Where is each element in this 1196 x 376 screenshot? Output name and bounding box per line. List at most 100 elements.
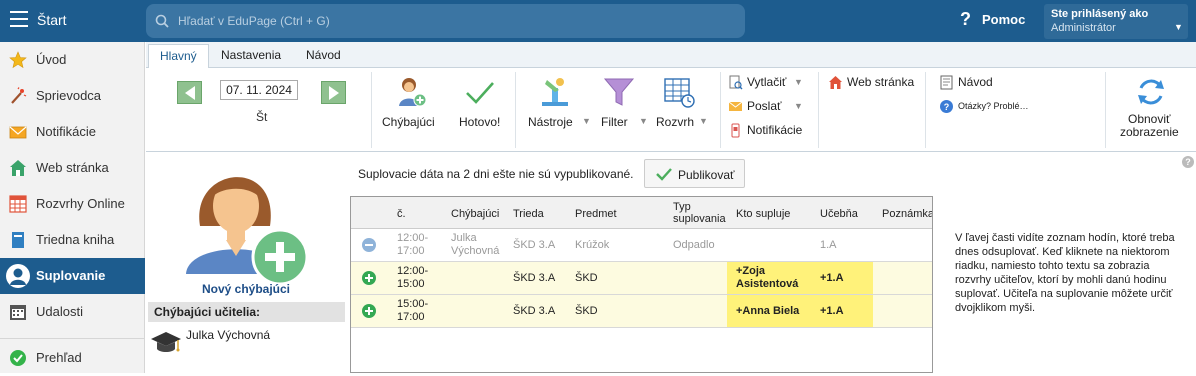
timetable-clock-icon xyxy=(664,78,695,108)
magic-wand-icon xyxy=(11,87,27,104)
table-row[interactable]: 12:00- 17:00 Julka Výchovná ŠKD 3.A Krúž… xyxy=(351,229,932,262)
sidebar-item-rozvrhy[interactable]: Rozvrhy Online xyxy=(0,186,145,222)
col-header-absent: Chýbajúci xyxy=(451,208,500,220)
main-content: Nový chýbajúci Chýbajúci učitelia: Julka… xyxy=(146,153,1196,373)
notifications-button[interactable]: Notifikácie xyxy=(728,120,812,140)
arrow-left-icon xyxy=(185,86,195,100)
help-description: V ľavej časti vidíte zoznam hodín, ktoré… xyxy=(955,232,1175,314)
refresh-icon xyxy=(1138,79,1164,105)
arrow-right-icon xyxy=(329,86,339,100)
publish-button[interactable]: Publikovať xyxy=(644,159,745,188)
graduation-cap-icon xyxy=(151,332,181,352)
table-row[interactable]: 15:00- 17:00 ŠKD 3.A ŠKD +Anna Biela +1.… xyxy=(351,295,932,328)
date-field[interactable] xyxy=(220,80,298,100)
sidebar-item-uvod[interactable]: Úvod xyxy=(0,42,145,78)
sidebar-item-prehlad[interactable]: Prehľad xyxy=(0,340,145,376)
envelope-icon xyxy=(728,101,743,111)
app-title[interactable]: Štart xyxy=(37,12,67,28)
web-page-button[interactable]: Web stránka xyxy=(828,72,920,92)
user-menu[interactable]: Ste prihlásený ako Administrátor ▼ xyxy=(1044,4,1188,39)
tools-button[interactable]: Nástroje ▼ xyxy=(527,72,591,146)
envelope-icon xyxy=(9,126,27,139)
user-role: Administrátor xyxy=(1051,22,1116,34)
new-absent-avatar[interactable] xyxy=(180,156,310,286)
plus-circle-icon[interactable] xyxy=(362,304,376,318)
print-button[interactable]: Vytlačiť ▼ xyxy=(728,72,812,92)
sidebar-item-label: Web stránka xyxy=(36,160,109,175)
refresh-button[interactable]: Obnoviť zobrazenie xyxy=(1116,72,1186,146)
sidebar: Úvod Sprievodca Notifikácie Web stránka … xyxy=(0,42,145,373)
refresh-label: zobrazenie xyxy=(1120,125,1179,139)
star-icon xyxy=(9,51,27,69)
sidebar-item-label: Udalosti xyxy=(36,304,83,319)
guide-button[interactable]: Návod xyxy=(939,72,1019,92)
tab-nastavenia[interactable]: Nastavenia xyxy=(210,44,292,68)
help-link[interactable]: Pomoc xyxy=(982,12,1025,27)
next-day-button[interactable] xyxy=(321,81,346,104)
ribbon-divider xyxy=(720,72,721,148)
sidebar-item-label: Úvod xyxy=(36,52,67,67)
day-of-week: Št xyxy=(256,110,268,124)
col-header-substitute: Kto supluje xyxy=(736,208,791,220)
ribbon-divider xyxy=(515,72,516,148)
sidebar-item-udalosti[interactable]: Udalosti xyxy=(0,294,145,330)
previous-day-button[interactable] xyxy=(177,81,202,104)
sidebar-item-triedna-kniha[interactable]: Triedna kniha xyxy=(0,222,145,258)
sidebar-divider xyxy=(0,338,145,339)
question-circle-icon: ? xyxy=(940,100,953,113)
web-page-label: Web stránka xyxy=(847,75,915,89)
substitute-cell: +Zoja xyxy=(736,265,766,277)
time-cell: 17:00 xyxy=(397,245,425,257)
print-label: Vytlačiť xyxy=(747,75,787,89)
sidebar-item-notifikacie[interactable]: Notifikácie xyxy=(0,114,145,150)
class-cell: ŠKD 3.A xyxy=(513,305,556,317)
tab-hlavny[interactable]: Hlavný xyxy=(148,44,209,68)
help-icon[interactable]: ? xyxy=(960,9,971,30)
sidebar-item-sprievodca[interactable]: Sprievodca xyxy=(0,78,145,114)
search-box[interactable] xyxy=(146,4,745,38)
absent-teachers-header: Chýbajúci učitelia: xyxy=(148,302,345,322)
sidebar-item-web[interactable]: Web stránka xyxy=(0,150,145,186)
minus-circle-icon[interactable] xyxy=(362,238,376,252)
table-row[interactable]: 12:00- 15:00 ŠKD 3.A ŠKD +Zoja Asistento… xyxy=(351,262,932,295)
send-button[interactable]: Poslať ▼ xyxy=(728,96,812,116)
sidebar-item-label: Sprievodca xyxy=(36,88,102,103)
filter-button[interactable]: Filter ▼ xyxy=(599,72,653,146)
substitute-cell: Asistentová xyxy=(736,278,799,290)
time-cell: 15:00 xyxy=(397,278,425,290)
done-label: Hotovo! xyxy=(459,115,501,129)
dropdown-arrow-icon: ▼ xyxy=(794,77,803,87)
tools-icon xyxy=(542,78,568,106)
sidebar-item-label: Rozvrhy Online xyxy=(36,196,125,211)
done-button[interactable]: Hotovo! xyxy=(456,72,506,146)
new-absent-link[interactable]: Nový chýbajúci xyxy=(186,282,306,296)
sidebar-item-label: Prehľad xyxy=(36,350,82,365)
absent-teacher-item[interactable]: Julka Výchovná xyxy=(148,325,345,359)
questions-button[interactable]: ? Otázky? Problé… xyxy=(939,96,1039,116)
dropdown-arrow-icon: ▼ xyxy=(582,116,591,126)
room-cell: 1.A xyxy=(820,239,837,251)
ribbon-tabs: Hlavný Nastavenia Návod xyxy=(146,42,1196,68)
class-cell: ŠKD 3.A xyxy=(513,239,556,251)
refresh-label: Obnoviť xyxy=(1128,112,1171,126)
tab-navod[interactable]: Návod xyxy=(295,44,352,68)
ribbon-divider xyxy=(1105,72,1106,148)
ribbon-divider xyxy=(371,72,372,148)
dropdown-arrow-icon: ▼ xyxy=(639,116,648,126)
absent-button[interactable]: Chýbajúci xyxy=(380,72,438,146)
ribbon-toolbar: Št Chýbajúci Hotovo! Nástroje ▼ Filter ▼… xyxy=(146,68,1196,152)
question-circle-icon[interactable]: ? xyxy=(1182,156,1194,168)
substitution-table: č. Chýbajúci Trieda Predmet Typ suplovan… xyxy=(350,196,933,373)
dropdown-arrow-icon: ▼ xyxy=(699,116,708,126)
search-input[interactable] xyxy=(178,6,738,36)
send-label: Poslať xyxy=(747,99,782,113)
dropdown-arrow-icon: ▼ xyxy=(794,101,803,111)
filter-label: Filter xyxy=(601,115,628,129)
col-header-number: č. xyxy=(397,208,406,220)
timetable-button[interactable]: Rozvrh ▼ xyxy=(654,72,718,146)
plus-circle-icon[interactable] xyxy=(362,271,376,285)
room-cell: +1.A xyxy=(820,305,844,317)
sidebar-item-suplovanie[interactable]: Suplovanie xyxy=(0,258,145,294)
hamburger-menu-icon[interactable] xyxy=(10,11,28,27)
search-icon xyxy=(155,14,169,28)
